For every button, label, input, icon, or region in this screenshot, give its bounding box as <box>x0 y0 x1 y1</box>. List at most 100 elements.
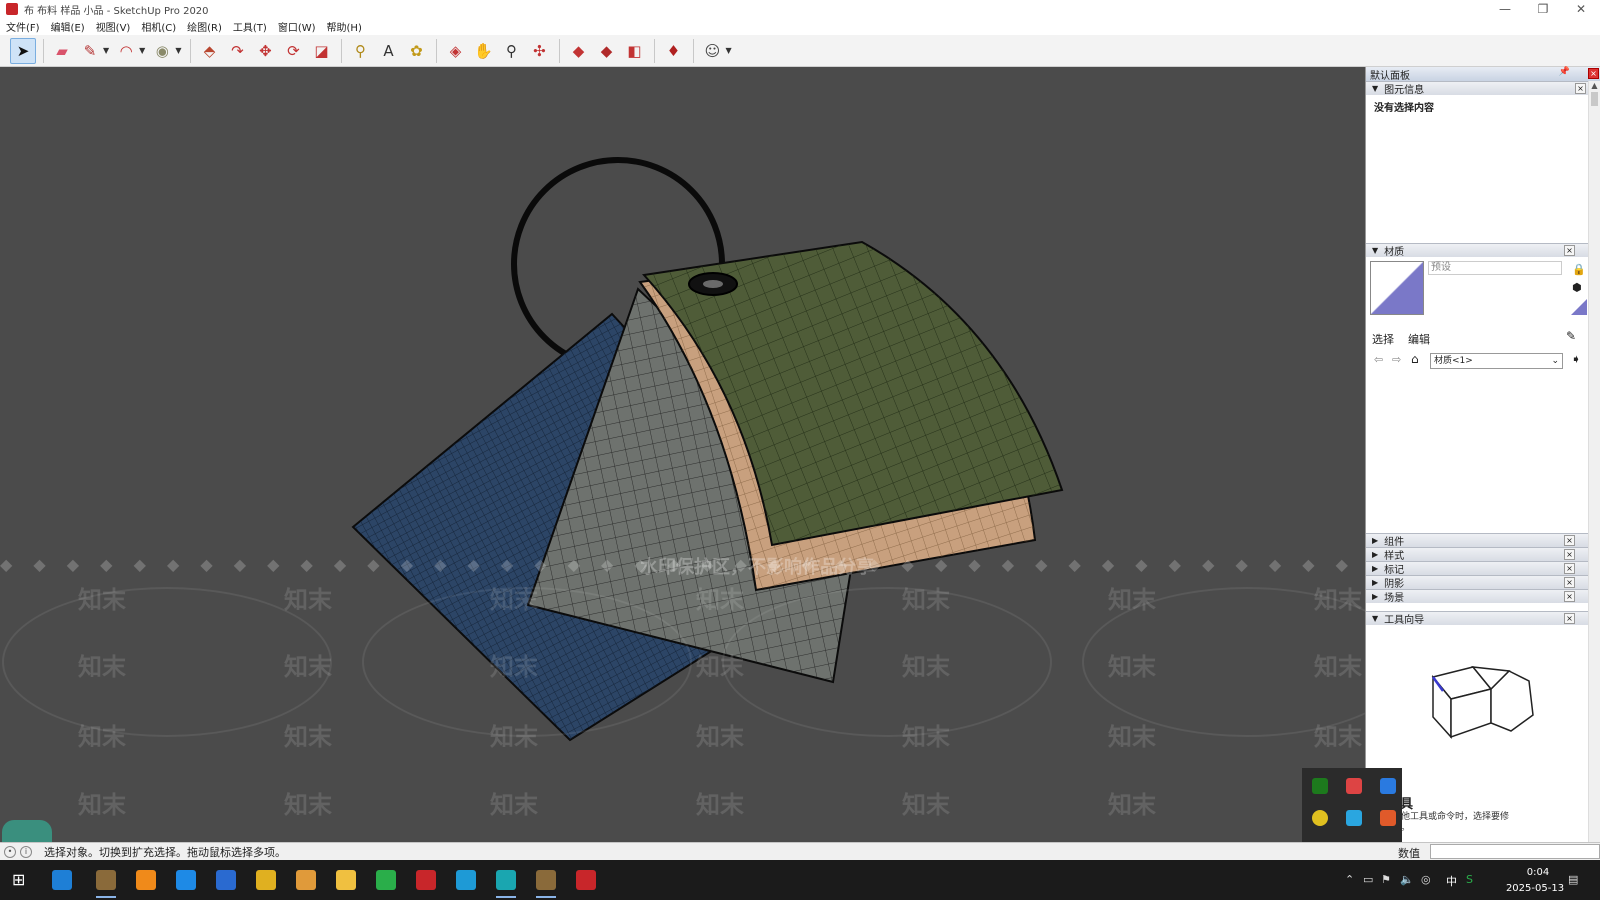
color-app-icon[interactable] <box>1380 810 1396 826</box>
offset-tool-button[interactable]: ↷ <box>224 38 250 64</box>
sketchup-app-2[interactable] <box>536 870 556 898</box>
ie-app[interactable] <box>52 870 72 890</box>
wechat-tray-icon[interactable]: ◎ <box>1421 873 1431 886</box>
pushpull-tool-button[interactable]: ⬘ <box>196 38 222 64</box>
instructor-header[interactable]: ▼ 工具向导 × <box>1366 611 1589 626</box>
menu-help[interactable]: 帮助(H) <box>327 19 362 34</box>
section-header-0[interactable]: ▶ 组件 × <box>1366 533 1589 548</box>
arc-tool-button[interactable]: ◠ <box>113 38 139 64</box>
cloud-sync-icon[interactable] <box>1346 810 1362 826</box>
minimize-button[interactable]: — <box>1486 0 1524 18</box>
tab-edit[interactable]: 编辑 <box>1408 331 1430 347</box>
materials-close-button[interactable]: × <box>1564 245 1575 256</box>
pin-icon[interactable]: 📌 <box>1559 67 1570 77</box>
close-button[interactable]: ✕ <box>1562 0 1600 18</box>
plus-app-icon[interactable] <box>1312 810 1328 826</box>
orbit-tool-button[interactable]: ◈ <box>442 38 468 64</box>
pan-tool-button[interactable]: ✋ <box>470 38 496 64</box>
nvidia-icon[interactable] <box>1312 778 1328 794</box>
panel-scrollbar[interactable]: ▲ <box>1588 81 1600 842</box>
text-tool-button[interactable]: A <box>375 38 401 64</box>
material-library-select[interactable]: 材质<1> ⌄ <box>1430 353 1563 369</box>
alert-app-icon[interactable]: ⚑ <box>1381 873 1391 886</box>
extension-tool-button[interactable]: ◆ <box>593 38 619 64</box>
section-close-button[interactable]: × <box>1564 535 1575 546</box>
create-material-icon[interactable]: ⬢ <box>1572 281 1582 294</box>
security-shield-icon[interactable] <box>1346 778 1362 794</box>
dropdown-arrow-icon[interactable]: ▼ <box>103 46 109 55</box>
account-tool-button[interactable]: ☺ <box>699 38 725 64</box>
zoom-extents-tool-button[interactable]: ✣ <box>526 38 552 64</box>
entity-info-close-button[interactable]: × <box>1575 83 1586 94</box>
section-close-button[interactable]: × <box>1564 549 1575 560</box>
3d-viewport[interactable]: ◆ ◆ ◆ ◆ ◆ ◆ ◆ ◆ ◆ ◆ ◆ ◆ ◆ ◆ ◆ ◆ ◆ ◆ ◆ ◆ … <box>0 67 1365 842</box>
measurements-input[interactable] <box>1430 844 1600 859</box>
chevron-up-icon[interactable]: ⌃ <box>1345 873 1354 886</box>
wechat-app[interactable] <box>376 870 396 890</box>
eyedropper-icon[interactable]: ✎ <box>1566 329 1576 343</box>
explorer-app[interactable] <box>336 870 356 890</box>
section-header-2[interactable]: ▶ 标记 × <box>1366 561 1589 576</box>
edge-app[interactable] <box>456 870 476 890</box>
shape-tool-button[interactable]: ◉ <box>149 38 175 64</box>
paint-tool-button[interactable]: ✿ <box>403 38 429 64</box>
default-material-icon[interactable] <box>1571 299 1587 315</box>
folder-app[interactable] <box>296 870 316 890</box>
section-header-1[interactable]: ▶ 样式 × <box>1366 547 1589 562</box>
scale-tool-button[interactable]: ◪ <box>308 38 334 64</box>
menu-window[interactable]: 窗口(W) <box>278 19 316 34</box>
menu-camera[interactable]: 相机(C) <box>141 19 176 34</box>
menu-edit[interactable]: 编辑(E) <box>51 19 85 34</box>
clock-time[interactable]: 0:04 <box>1508 867 1568 878</box>
line-tool-button[interactable]: ✎ <box>77 38 103 64</box>
info-icon[interactable]: i <box>20 845 32 858</box>
rotate-tool-button[interactable]: ⟳ <box>280 38 306 64</box>
material-swatch[interactable] <box>1370 261 1424 315</box>
eraser-tool-button[interactable]: ▰ <box>49 38 75 64</box>
material-name-field[interactable]: 预设 <box>1428 261 1562 275</box>
music-app[interactable] <box>136 870 156 890</box>
section-close-button[interactable]: × <box>1564 563 1575 574</box>
menu-file[interactable]: 文件(F) <box>6 19 40 34</box>
start-button[interactable]: ⊞ <box>12 870 32 890</box>
dropdown-arrow-icon[interactable]: ▼ <box>139 46 145 55</box>
notification-icon[interactable]: ▤ <box>1568 873 1578 886</box>
chrome-app[interactable] <box>256 870 276 890</box>
section-header-4[interactable]: ▶ 场景 × <box>1366 589 1589 604</box>
clock-date[interactable]: 2025-05-13 <box>1495 883 1575 894</box>
forward-arrow-icon[interactable]: ⇨ <box>1392 353 1401 366</box>
ruby-tool-button[interactable]: ♦ <box>660 38 686 64</box>
details-arrow-icon[interactable]: ➧ <box>1571 352 1581 366</box>
volume-icon[interactable]: 🔈 <box>1400 873 1414 886</box>
max-app[interactable] <box>496 870 516 898</box>
entity-info-header[interactable]: ▼ 图元信息 × <box>1366 81 1600 96</box>
materials-header[interactable]: ▼ 材质 × <box>1366 243 1589 258</box>
instructor-close-button[interactable]: × <box>1564 613 1575 624</box>
dropdown-arrow-icon[interactable]: ▼ <box>725 46 731 55</box>
zoom-tool-button[interactable]: ⚲ <box>498 38 524 64</box>
menu-view[interactable]: 视图(V) <box>96 19 131 34</box>
display-icon[interactable]: ▭ <box>1363 873 1373 886</box>
defender-icon[interactable] <box>1380 778 1396 794</box>
tape-tool-button[interactable]: ⚲ <box>347 38 373 64</box>
move-tool-button[interactable]: ✥ <box>252 38 278 64</box>
section-close-button[interactable]: × <box>1564 577 1575 588</box>
menu-tools[interactable]: 工具(T) <box>233 19 267 34</box>
sketchup-app-1[interactable] <box>96 870 116 898</box>
back-arrow-icon[interactable]: ⇦ <box>1374 353 1383 366</box>
menu-draw[interactable]: 绘图(R) <box>187 19 222 34</box>
section-header-3[interactable]: ▶ 阴影 × <box>1366 575 1589 590</box>
select-tool-button[interactable]: ➤ <box>10 37 36 64</box>
geo-location-icon[interactable]: • <box>4 845 16 858</box>
tab-select[interactable]: 选择 <box>1372 331 1394 347</box>
green-app-tray-icon[interactable]: S <box>1466 873 1473 886</box>
tray-close-button[interactable]: × <box>1588 68 1599 79</box>
media-app[interactable] <box>216 870 236 890</box>
layout-tool-button[interactable]: ◧ <box>621 38 647 64</box>
security-app[interactable] <box>176 870 196 890</box>
ime-floating-widget[interactable]: 半 中 <box>2 820 52 842</box>
warehouse-tool-button[interactable]: ◆ <box>565 38 591 64</box>
home-icon[interactable]: ⌂ <box>1411 352 1419 366</box>
dropdown-arrow-icon[interactable]: ▼ <box>175 46 181 55</box>
lock-icon[interactable]: 🔒 <box>1572 263 1586 276</box>
